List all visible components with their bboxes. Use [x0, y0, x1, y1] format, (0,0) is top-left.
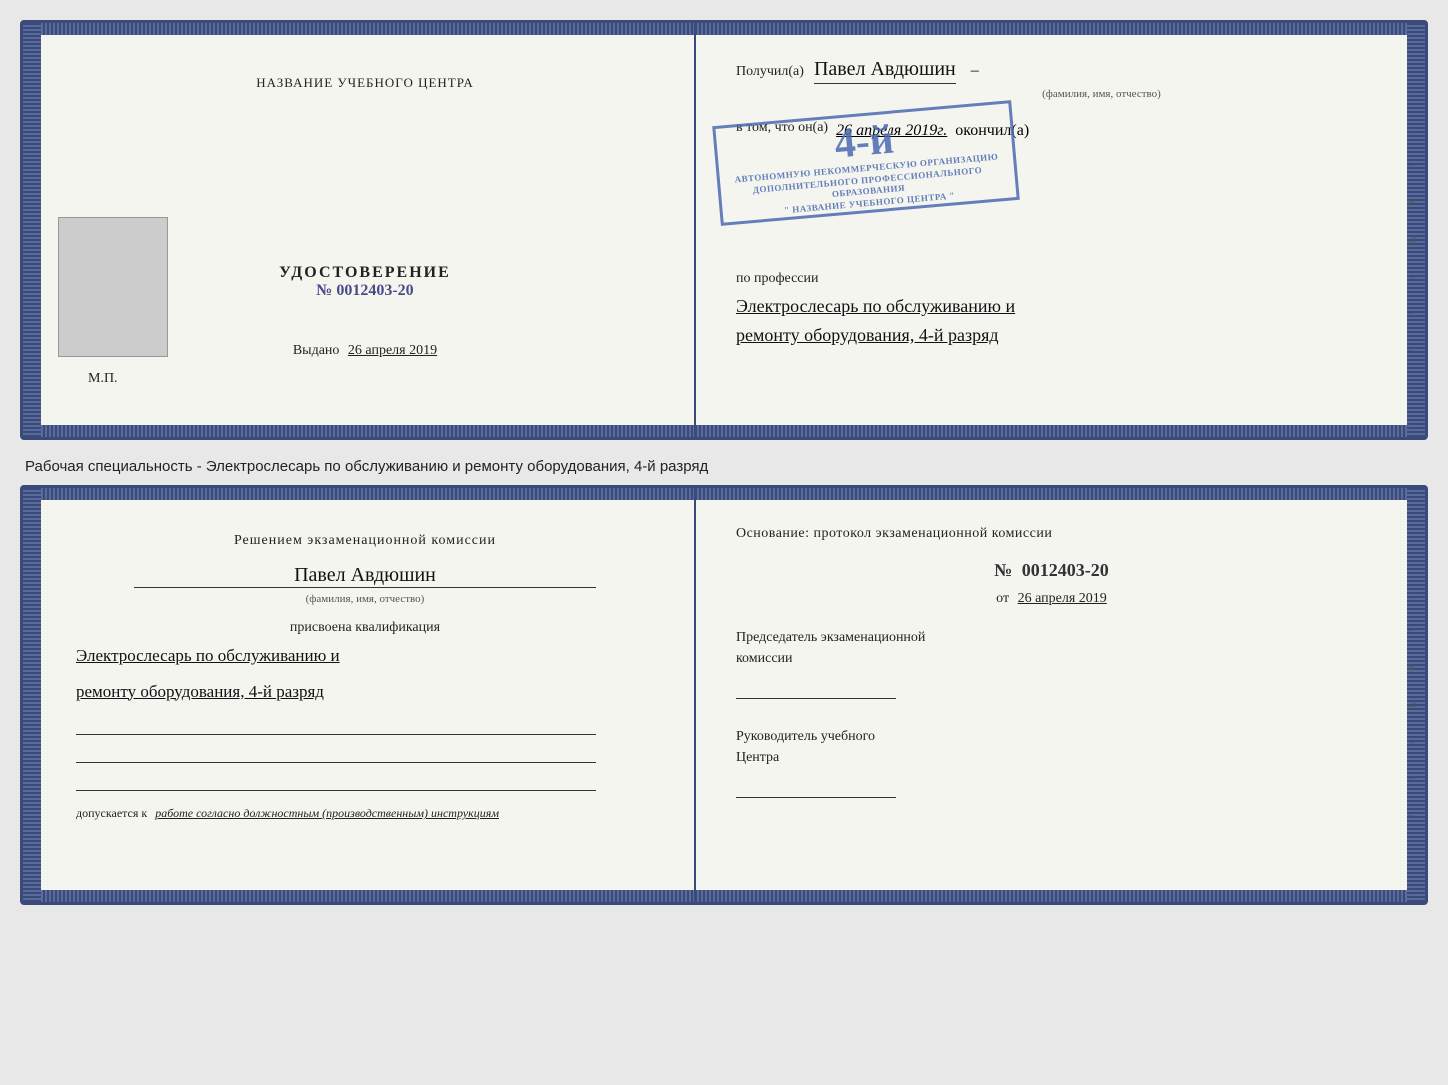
mark-3: – — [1408, 157, 1420, 172]
udostoverenie-number: № 0012403-20 — [279, 282, 451, 300]
fio-hint-top: (фамилия, имя, отчество) — [836, 88, 1367, 100]
udostoverenie-block: УДОСТОВЕРЕНИЕ № 0012403-20 — [279, 264, 451, 300]
mp-label: М.П. — [88, 371, 118, 387]
from-date: от 26 апреля 2019 — [736, 591, 1367, 607]
right-side-marks: – – – и ,а ← – – – – — [1408, 83, 1420, 431]
sig-line-2 — [76, 743, 596, 763]
mark-6: ← — [1408, 268, 1420, 283]
profession-line1: Электрослесарь по обслуживанию и — [736, 292, 1367, 321]
mark-8: – — [1408, 342, 1420, 357]
recipient-name: Павел Авдюшин — [814, 58, 956, 84]
top-doc-left: НАЗВАНИЕ УЧЕБНОГО ЦЕНТРА УДОСТОВЕРЕНИЕ №… — [23, 23, 696, 437]
bottom-left-content: Решением экзаменационной комиссии Павел … — [66, 518, 664, 836]
number-value: 0012403-20 — [336, 282, 413, 299]
руководитель-line2: Центра — [736, 747, 1367, 768]
bottom-right-content: Основание: протокол экзаменационной коми… — [726, 508, 1377, 820]
mark-4: и — [1408, 194, 1420, 209]
ot-date: 26 апреля 2019 — [1018, 591, 1107, 606]
ot-label: от — [996, 591, 1009, 606]
bottom-right-side-marks: – – – и ,а ← – – – – — [1408, 548, 1420, 896]
bmark-9: – — [1408, 844, 1420, 859]
person-name: Павел Авдюшин — [134, 564, 596, 588]
руководитель-block: Руководитель учебного Центра — [736, 726, 1367, 805]
bottom-doc-left: Решением экзаменационной комиссии Павел … — [23, 488, 696, 902]
руководитель-line1: Руководитель учебного — [736, 726, 1367, 747]
mark-10: – — [1408, 416, 1420, 431]
protocol-number-label: № — [994, 560, 1012, 580]
mark-2: – — [1408, 120, 1420, 135]
chairman-block: Председатель экзаменационной комиссии — [736, 627, 1367, 706]
top-doc-right: Получил(а) Павел Авдюшин – (фамилия, имя… — [696, 23, 1425, 437]
допускается-text: работе согласно должностным (производств… — [155, 806, 499, 820]
bmark-7: – — [1408, 770, 1420, 785]
poluchil-label: Получил(а) — [736, 64, 804, 80]
sig-line-1 — [76, 715, 596, 735]
protocol-number: № 0012403-20 — [736, 560, 1367, 581]
vydano-date: 26 апреля 2019 — [348, 343, 437, 358]
qualification-line1: Электрослесарь по обслуживанию и — [76, 641, 654, 672]
decision-title: Решением экзаменационной комиссии — [76, 533, 654, 549]
bottom-doc-right: Основание: протокол экзаменационной коми… — [696, 488, 1425, 902]
bottom-document: Решением экзаменационной комиссии Павел … — [20, 485, 1428, 905]
page-wrapper: НАЗВАНИЕ УЧЕБНОГО ЦЕНТРА УДОСТОВЕРЕНИЕ №… — [20, 20, 1428, 905]
bmark-5: ,а — [1408, 696, 1420, 711]
bmark-8: – — [1408, 807, 1420, 822]
protocol-number-value: 0012403-20 — [1022, 560, 1109, 580]
osnowanie-text: Основание: протокол экзаменационной коми… — [736, 523, 1367, 545]
руководитель-sig-line — [736, 778, 896, 798]
bmark-4: и — [1408, 659, 1420, 674]
mark-5: ,а — [1408, 231, 1420, 246]
profession-block: по профессии Электрослесарь по обслужива… — [736, 271, 1367, 350]
recipient-row: Получил(а) Павел Авдюшин – — [736, 58, 1367, 85]
specialty-label: Рабочая специальность - Электрослесарь п… — [20, 450, 1428, 475]
top-doc-right-content: Получил(а) Павел Авдюшин – (фамилия, имя… — [726, 43, 1377, 365]
number-label: № — [316, 282, 332, 299]
photo-placeholder — [58, 217, 168, 357]
dash: – — [971, 62, 979, 80]
chairman-sig-line — [736, 679, 896, 699]
stamp-overlay: 4-й АВТОНОМНУЮ НЕКОММЕРЧЕСКУЮ ОРГАНИЗАЦИ… — [712, 100, 1020, 226]
vydano-label: Выдано — [293, 343, 340, 358]
допускается-block: допускается к работе согласно должностны… — [76, 806, 654, 821]
top-doc-left-content: НАЗВАНИЕ УЧЕБНОГО ЦЕНТРА УДОСТОВЕРЕНИЕ №… — [246, 53, 483, 381]
chairman-line2: комиссии — [736, 648, 1367, 669]
fio-hint-bottom: (фамилия, имя, отчество) — [76, 593, 654, 605]
assigned-text: присвоена квалификация — [76, 620, 654, 636]
допускается-prefix: допускается к — [76, 806, 147, 820]
chairman-line1: Председатель экзаменационной — [736, 627, 1367, 648]
vydano-line: Выдано 26 апреля 2019 — [293, 343, 437, 359]
qualification-line2: ремонту оборудования, 4-й разряд — [76, 677, 654, 708]
top-center-title: НАЗВАНИЕ УЧЕБНОГО ЦЕНТРА — [256, 75, 473, 91]
mark-7: – — [1408, 305, 1420, 320]
bmark-3: – — [1408, 622, 1420, 637]
mark-1: – — [1408, 83, 1420, 98]
bmark-6: ← — [1408, 733, 1420, 748]
person-block: Павел Авдюшин (фамилия, имя, отчество) — [76, 564, 654, 605]
bmark-1: – — [1408, 548, 1420, 563]
udostoverenie-title: УДОСТОВЕРЕНИЕ — [279, 264, 451, 282]
profession-line2: ремонту оборудования, 4-й разряд — [736, 321, 1367, 350]
bmark-2: – — [1408, 585, 1420, 600]
mark-9: – — [1408, 379, 1420, 394]
sig-line-3 — [76, 771, 596, 791]
po-professii-label: по профессии — [736, 271, 1367, 287]
bmark-10: – — [1408, 881, 1420, 896]
top-document: НАЗВАНИЕ УЧЕБНОГО ЦЕНТРА УДОСТОВЕРЕНИЕ №… — [20, 20, 1428, 440]
